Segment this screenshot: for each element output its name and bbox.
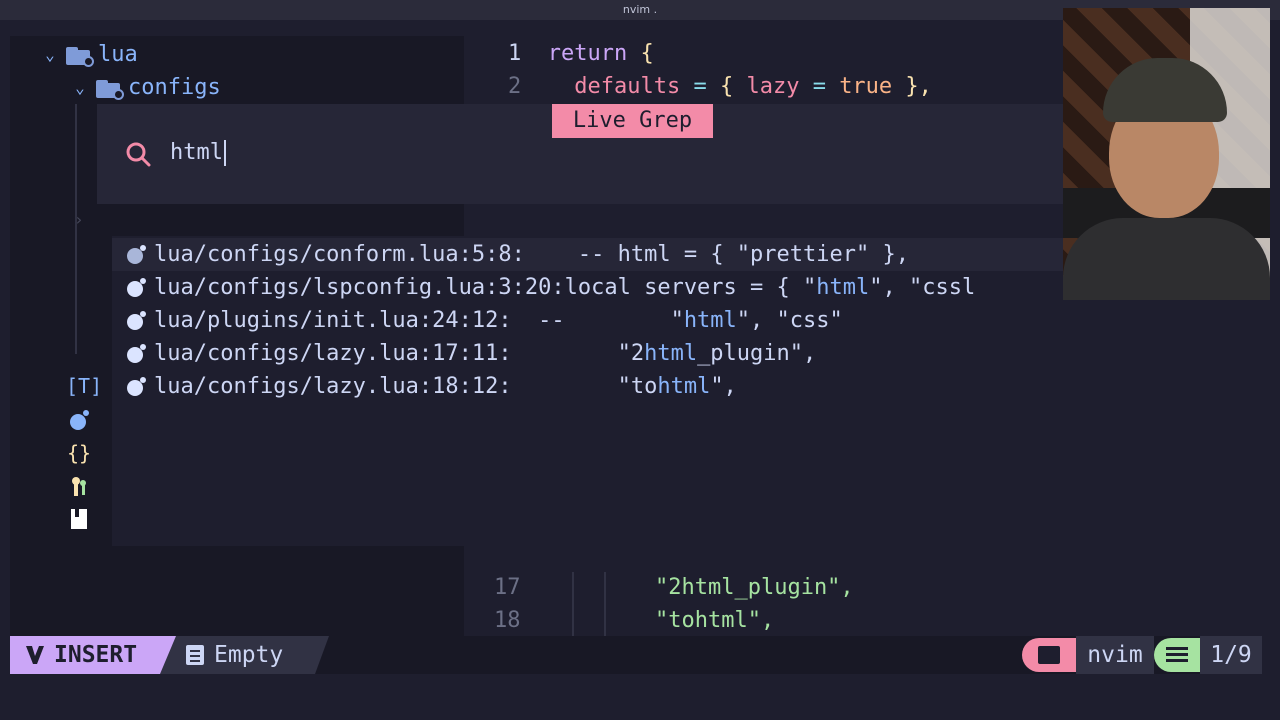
preview-line-text: "2html_plugin", <box>655 575 854 600</box>
chevron-right-icon: › <box>74 210 84 229</box>
result-text-after: = { "prettier" }, <box>670 242 909 267</box>
tag-icon: [T] <box>66 374 103 398</box>
lua-file-icon <box>126 343 146 364</box>
result-item[interactable]: lua/configs/lazy.lua:17:11: "2 html _plugi… <box>112 337 1064 370</box>
identifier-token: defaults <box>574 74 681 99</box>
statusline: INSERT Empty nvim 1/9 <box>10 636 1262 674</box>
result-path: lua/configs/lazy.lua:18:12: <box>154 374 512 399</box>
command-line[interactable] <box>10 674 1262 704</box>
folder-icon <box>1022 638 1076 672</box>
identifier-token: lazy <box>746 74 800 99</box>
folder-config-icon <box>96 78 124 100</box>
result-item[interactable]: lua/configs/lazy.lua:18:12: "to html ", <box>112 370 1064 403</box>
bookmark-icon <box>66 508 92 535</box>
buffer-indicator: Empty <box>160 636 315 674</box>
indent-guide <box>572 572 574 636</box>
result-text-before: "to <box>511 374 658 399</box>
lua-file-icon <box>126 376 146 397</box>
cwd-label: nvim <box>1076 636 1154 674</box>
search-icon <box>126 142 151 167</box>
search-input[interactable]: html <box>170 140 226 166</box>
result-text-before: -- " <box>511 308 684 333</box>
result-text-before: local servers = { " <box>564 275 817 300</box>
lua-file-icon <box>126 277 146 298</box>
webcam-overlay <box>1063 8 1270 300</box>
indent-guide <box>75 104 77 354</box>
brace-token: { <box>719 74 734 99</box>
result-item[interactable]: lua/plugins/init.lua:24:12: -- " html ", "… <box>112 304 1064 337</box>
result-text-before: "2 <box>511 341 645 366</box>
result-match: html <box>683 308 737 333</box>
telescope-results: lua/configs/conform.lua:5:8: -- html = {… <box>112 236 1064 546</box>
code-line-1: 1 return { <box>508 41 654 66</box>
result-match: html <box>644 341 698 366</box>
keyword-token: return <box>547 41 628 66</box>
search-query: html <box>170 140 223 165</box>
text-cursor <box>223 140 226 166</box>
lines-icon <box>1154 638 1200 672</box>
boolean-token: true <box>839 74 893 99</box>
operator-token: = <box>812 74 826 99</box>
result-path: lua/configs/lspconfig.lua:3:20: <box>154 275 565 300</box>
result-text-after: ", "css" <box>736 308 843 333</box>
chevron-down-icon: ⌄ <box>45 45 55 64</box>
result-text-before: -- <box>524 242 618 267</box>
code-line-2: 2 defaults = { lazy = true }, <box>508 74 932 99</box>
folder-config-icon <box>66 45 94 67</box>
mode-label: INSERT <box>54 642 138 668</box>
tree-item-label: configs <box>128 75 221 100</box>
result-match: html <box>657 374 711 399</box>
line-number: 1 <box>508 41 522 66</box>
buffer-label: Empty <box>214 642 284 668</box>
result-path: lua/plugins/init.lua:24:12: <box>154 308 512 333</box>
lua-file-icon <box>126 310 146 331</box>
separator <box>315 636 329 674</box>
result-text-after: _plugin", <box>697 341 817 366</box>
result-item[interactable]: lua/configs/lspconfig.lua:3:20: local ser… <box>112 271 1064 304</box>
cursor-position: 1/9 <box>1200 636 1262 674</box>
result-item[interactable]: lua/configs/conform.lua:5:8: -- html = {… <box>112 238 1064 271</box>
result-path: lua/configs/conform.lua:5:8: <box>154 242 525 267</box>
result-path: lua/configs/lazy.lua:17:11: <box>154 341 512 366</box>
mode-indicator: INSERT <box>10 636 160 674</box>
lua-file-icon <box>126 244 146 265</box>
vim-logo-icon <box>26 646 44 664</box>
separator <box>160 636 176 674</box>
keys-icon <box>66 475 92 504</box>
chevron-down-icon: ⌄ <box>75 78 85 97</box>
preview-line-text: "tohtml", <box>655 608 775 633</box>
document-icon <box>186 645 204 665</box>
tree-item-label: lua <box>98 42 138 67</box>
braces-icon: {} <box>66 441 92 465</box>
result-text-after: ", "cssl <box>869 275 976 300</box>
indent-guide <box>604 572 606 636</box>
brace-token: }, <box>905 74 932 99</box>
bomb-icon <box>66 408 92 437</box>
result-match: html <box>617 242 671 267</box>
preview-line-number: 17 <box>494 575 521 600</box>
result-match: html <box>816 275 870 300</box>
line-number: 2 <box>508 74 522 99</box>
preview-line-number: 18 <box>494 608 521 633</box>
tree-item-lua[interactable]: ⌄ lua <box>40 42 138 67</box>
result-text-after: ", <box>710 374 737 399</box>
brace-token: { <box>640 41 654 66</box>
tree-item-configs[interactable]: ⌄ configs <box>70 75 221 100</box>
telescope-title: Live Grep <box>552 104 713 138</box>
operator-token: = <box>693 74 707 99</box>
